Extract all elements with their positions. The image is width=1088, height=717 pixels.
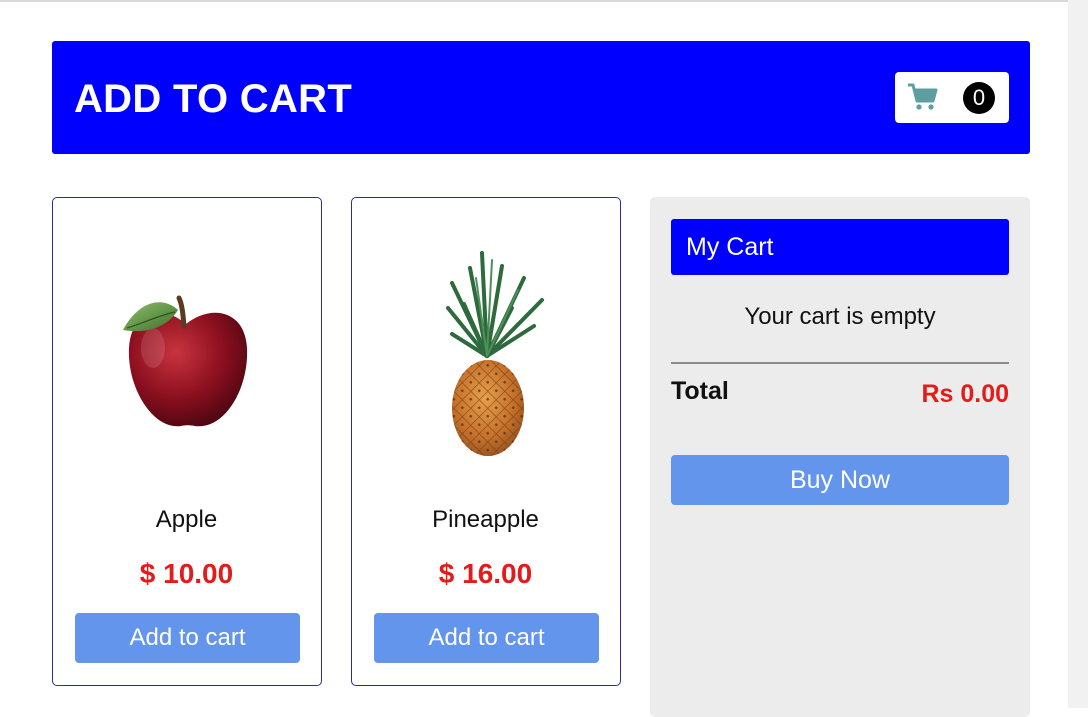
product-name: Pineapple xyxy=(432,506,539,533)
page-scrollbar[interactable] xyxy=(1068,0,1088,708)
product-price: $ 10.00 xyxy=(139,558,234,589)
page-title: ADD TO CART xyxy=(74,77,353,121)
product-name: Apple xyxy=(155,506,218,533)
cart-panel: My Cart Your cart is empty Total Rs 0.00… xyxy=(650,197,1030,717)
add-to-cart-button-apple[interactable]: Add to cart xyxy=(75,613,300,663)
total-value: Rs 0.00 xyxy=(921,380,1009,408)
cart-divider xyxy=(671,362,1009,364)
app-header: ADD TO CART 0 xyxy=(52,41,1030,154)
add-to-cart-button-pineapple[interactable]: Add to cart xyxy=(374,613,599,663)
cart-count-badge: 0 xyxy=(963,82,995,114)
cart-empty-message: Your cart is empty xyxy=(744,303,936,330)
product-card-pineapple: Pineapple $ 16.00 Add to cart xyxy=(351,197,621,686)
pineapple-image xyxy=(446,251,544,456)
cart-panel-title: My Cart xyxy=(671,219,1009,275)
total-label: Total xyxy=(671,377,729,405)
shopping-cart-icon xyxy=(908,83,938,110)
cart-button[interactable]: 0 xyxy=(895,72,1009,123)
product-price: $ 16.00 xyxy=(438,558,533,589)
product-card-apple: Apple $ 10.00 Add to cart xyxy=(52,197,322,686)
apple-image xyxy=(123,295,248,427)
top-divider xyxy=(0,0,1088,2)
buy-now-button[interactable]: Buy Now xyxy=(671,455,1009,505)
